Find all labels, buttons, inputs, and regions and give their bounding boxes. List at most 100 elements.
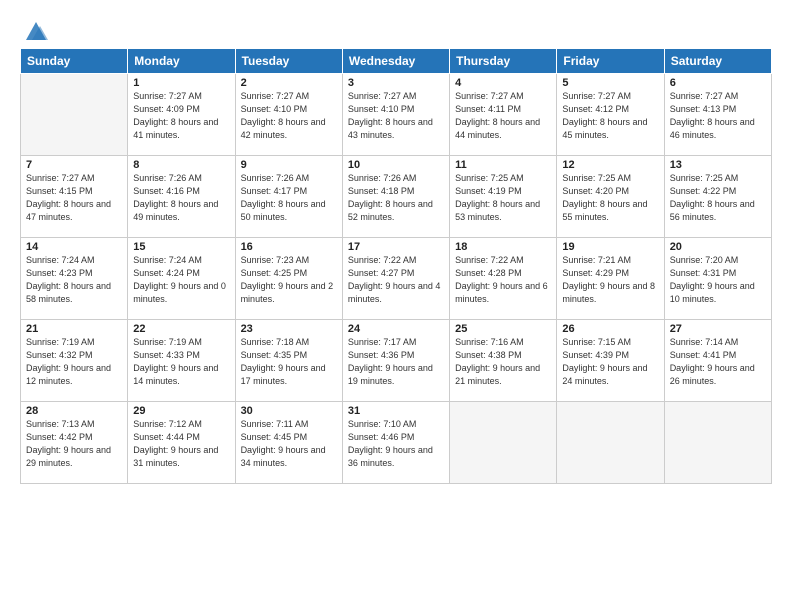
day-info: Sunrise: 7:27 AMSunset: 4:15 PMDaylight:… <box>26 172 122 224</box>
day-info: Sunrise: 7:19 AMSunset: 4:33 PMDaylight:… <box>133 336 229 388</box>
calendar-cell: 25Sunrise: 7:16 AMSunset: 4:38 PMDayligh… <box>450 320 557 402</box>
day-info: Sunrise: 7:26 AMSunset: 4:16 PMDaylight:… <box>133 172 229 224</box>
calendar-cell: 18Sunrise: 7:22 AMSunset: 4:28 PMDayligh… <box>450 238 557 320</box>
calendar-cell: 22Sunrise: 7:19 AMSunset: 4:33 PMDayligh… <box>128 320 235 402</box>
day-info: Sunrise: 7:27 AMSunset: 4:09 PMDaylight:… <box>133 90 229 142</box>
day-number: 29 <box>133 405 229 417</box>
day-info: Sunrise: 7:27 AMSunset: 4:12 PMDaylight:… <box>562 90 658 142</box>
day-number: 28 <box>26 405 122 417</box>
calendar-cell <box>557 402 664 484</box>
day-number: 11 <box>455 159 551 171</box>
day-info: Sunrise: 7:12 AMSunset: 4:44 PMDaylight:… <box>133 418 229 470</box>
day-number: 1 <box>133 77 229 89</box>
header <box>20 16 772 40</box>
calendar-cell: 23Sunrise: 7:18 AMSunset: 4:35 PMDayligh… <box>235 320 342 402</box>
calendar-cell: 21Sunrise: 7:19 AMSunset: 4:32 PMDayligh… <box>21 320 128 402</box>
calendar-cell: 31Sunrise: 7:10 AMSunset: 4:46 PMDayligh… <box>342 402 449 484</box>
calendar-cell: 17Sunrise: 7:22 AMSunset: 4:27 PMDayligh… <box>342 238 449 320</box>
day-number: 15 <box>133 241 229 253</box>
logo-icon <box>22 16 50 44</box>
calendar-header-monday: Monday <box>128 49 235 74</box>
calendar-header-row: SundayMondayTuesdayWednesdayThursdayFrid… <box>21 49 772 74</box>
day-number: 19 <box>562 241 658 253</box>
calendar-cell: 16Sunrise: 7:23 AMSunset: 4:25 PMDayligh… <box>235 238 342 320</box>
day-info: Sunrise: 7:25 AMSunset: 4:20 PMDaylight:… <box>562 172 658 224</box>
day-info: Sunrise: 7:27 AMSunset: 4:10 PMDaylight:… <box>241 90 337 142</box>
day-info: Sunrise: 7:23 AMSunset: 4:25 PMDaylight:… <box>241 254 337 306</box>
calendar-week-3: 14Sunrise: 7:24 AMSunset: 4:23 PMDayligh… <box>21 238 772 320</box>
day-info: Sunrise: 7:20 AMSunset: 4:31 PMDaylight:… <box>670 254 766 306</box>
calendar-cell: 20Sunrise: 7:20 AMSunset: 4:31 PMDayligh… <box>664 238 771 320</box>
calendar-cell: 8Sunrise: 7:26 AMSunset: 4:16 PMDaylight… <box>128 156 235 238</box>
page: SundayMondayTuesdayWednesdayThursdayFrid… <box>0 0 792 494</box>
day-info: Sunrise: 7:13 AMSunset: 4:42 PMDaylight:… <box>26 418 122 470</box>
calendar-cell <box>664 402 771 484</box>
calendar-cell: 13Sunrise: 7:25 AMSunset: 4:22 PMDayligh… <box>664 156 771 238</box>
calendar-cell <box>21 74 128 156</box>
calendar-week-5: 28Sunrise: 7:13 AMSunset: 4:42 PMDayligh… <box>21 402 772 484</box>
day-info: Sunrise: 7:26 AMSunset: 4:17 PMDaylight:… <box>241 172 337 224</box>
day-info: Sunrise: 7:24 AMSunset: 4:23 PMDaylight:… <box>26 254 122 306</box>
day-number: 24 <box>348 323 444 335</box>
calendar-header-friday: Friday <box>557 49 664 74</box>
day-number: 13 <box>670 159 766 171</box>
calendar-cell: 12Sunrise: 7:25 AMSunset: 4:20 PMDayligh… <box>557 156 664 238</box>
calendar-header-thursday: Thursday <box>450 49 557 74</box>
calendar-cell: 15Sunrise: 7:24 AMSunset: 4:24 PMDayligh… <box>128 238 235 320</box>
day-info: Sunrise: 7:19 AMSunset: 4:32 PMDaylight:… <box>26 336 122 388</box>
calendar-cell: 14Sunrise: 7:24 AMSunset: 4:23 PMDayligh… <box>21 238 128 320</box>
day-number: 16 <box>241 241 337 253</box>
day-info: Sunrise: 7:27 AMSunset: 4:10 PMDaylight:… <box>348 90 444 142</box>
calendar-week-2: 7Sunrise: 7:27 AMSunset: 4:15 PMDaylight… <box>21 156 772 238</box>
calendar-cell: 7Sunrise: 7:27 AMSunset: 4:15 PMDaylight… <box>21 156 128 238</box>
calendar-header-tuesday: Tuesday <box>235 49 342 74</box>
day-info: Sunrise: 7:18 AMSunset: 4:35 PMDaylight:… <box>241 336 337 388</box>
logo <box>20 16 50 40</box>
day-info: Sunrise: 7:15 AMSunset: 4:39 PMDaylight:… <box>562 336 658 388</box>
calendar-cell: 29Sunrise: 7:12 AMSunset: 4:44 PMDayligh… <box>128 402 235 484</box>
calendar-week-4: 21Sunrise: 7:19 AMSunset: 4:32 PMDayligh… <box>21 320 772 402</box>
day-info: Sunrise: 7:10 AMSunset: 4:46 PMDaylight:… <box>348 418 444 470</box>
day-info: Sunrise: 7:27 AMSunset: 4:13 PMDaylight:… <box>670 90 766 142</box>
day-number: 12 <box>562 159 658 171</box>
calendar-cell: 5Sunrise: 7:27 AMSunset: 4:12 PMDaylight… <box>557 74 664 156</box>
day-info: Sunrise: 7:14 AMSunset: 4:41 PMDaylight:… <box>670 336 766 388</box>
day-info: Sunrise: 7:25 AMSunset: 4:22 PMDaylight:… <box>670 172 766 224</box>
day-number: 27 <box>670 323 766 335</box>
day-number: 3 <box>348 77 444 89</box>
day-info: Sunrise: 7:22 AMSunset: 4:28 PMDaylight:… <box>455 254 551 306</box>
day-number: 20 <box>670 241 766 253</box>
day-number: 7 <box>26 159 122 171</box>
day-info: Sunrise: 7:25 AMSunset: 4:19 PMDaylight:… <box>455 172 551 224</box>
day-number: 14 <box>26 241 122 253</box>
day-number: 2 <box>241 77 337 89</box>
day-number: 9 <box>241 159 337 171</box>
day-number: 31 <box>348 405 444 417</box>
day-number: 17 <box>348 241 444 253</box>
calendar-cell: 6Sunrise: 7:27 AMSunset: 4:13 PMDaylight… <box>664 74 771 156</box>
day-number: 8 <box>133 159 229 171</box>
calendar-cell: 3Sunrise: 7:27 AMSunset: 4:10 PMDaylight… <box>342 74 449 156</box>
day-number: 30 <box>241 405 337 417</box>
day-info: Sunrise: 7:27 AMSunset: 4:11 PMDaylight:… <box>455 90 551 142</box>
calendar-cell: 9Sunrise: 7:26 AMSunset: 4:17 PMDaylight… <box>235 156 342 238</box>
calendar-cell: 10Sunrise: 7:26 AMSunset: 4:18 PMDayligh… <box>342 156 449 238</box>
calendar-cell: 27Sunrise: 7:14 AMSunset: 4:41 PMDayligh… <box>664 320 771 402</box>
day-number: 6 <box>670 77 766 89</box>
calendar-cell <box>450 402 557 484</box>
day-number: 26 <box>562 323 658 335</box>
calendar-cell: 11Sunrise: 7:25 AMSunset: 4:19 PMDayligh… <box>450 156 557 238</box>
day-info: Sunrise: 7:17 AMSunset: 4:36 PMDaylight:… <box>348 336 444 388</box>
day-number: 5 <box>562 77 658 89</box>
day-number: 25 <box>455 323 551 335</box>
calendar-cell: 30Sunrise: 7:11 AMSunset: 4:45 PMDayligh… <box>235 402 342 484</box>
day-info: Sunrise: 7:26 AMSunset: 4:18 PMDaylight:… <box>348 172 444 224</box>
day-number: 22 <box>133 323 229 335</box>
day-number: 23 <box>241 323 337 335</box>
calendar: SundayMondayTuesdayWednesdayThursdayFrid… <box>20 48 772 484</box>
calendar-cell: 4Sunrise: 7:27 AMSunset: 4:11 PMDaylight… <box>450 74 557 156</box>
day-number: 21 <box>26 323 122 335</box>
day-info: Sunrise: 7:22 AMSunset: 4:27 PMDaylight:… <box>348 254 444 306</box>
day-number: 4 <box>455 77 551 89</box>
day-number: 10 <box>348 159 444 171</box>
